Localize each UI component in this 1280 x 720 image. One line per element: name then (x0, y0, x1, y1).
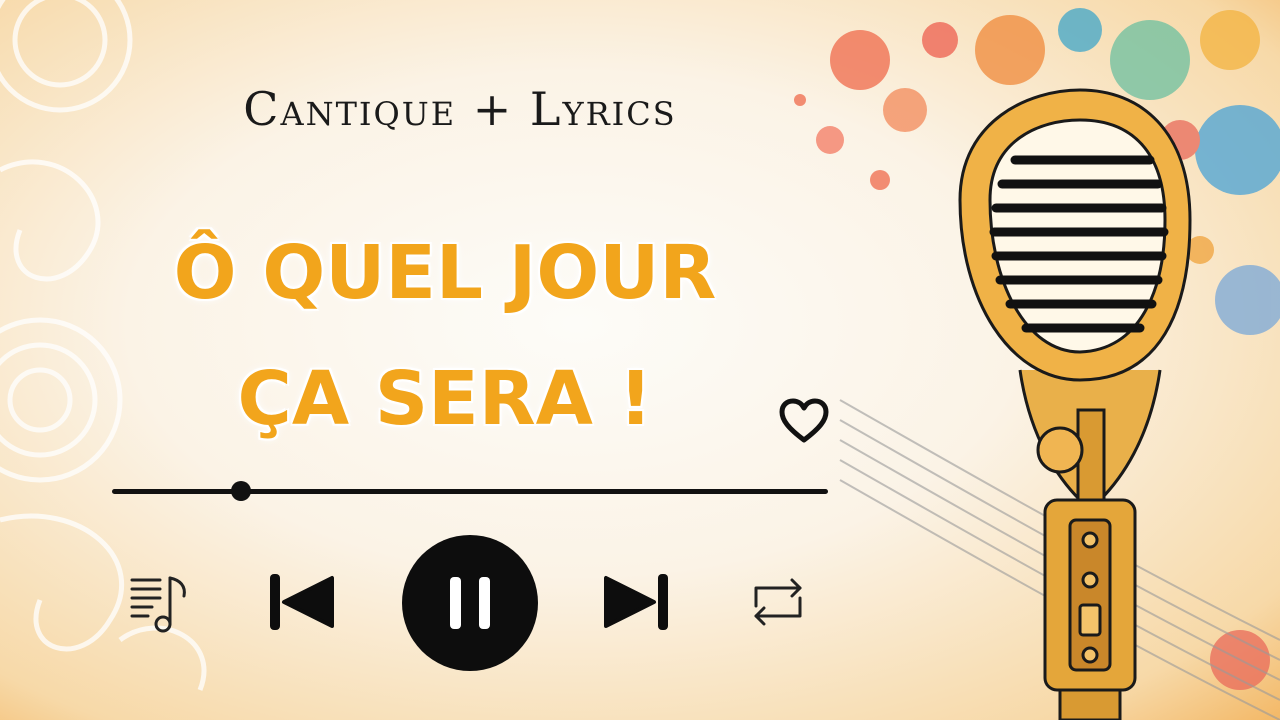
repeat-icon[interactable] (746, 572, 810, 632)
song-title: Ô QUEL JOUR ÇA SERA ! (80, 210, 810, 462)
pause-button[interactable] (402, 535, 538, 671)
progress-track (112, 489, 828, 494)
progress-handle[interactable] (230, 481, 251, 501)
skip-next-icon[interactable] (600, 570, 672, 634)
channel-subtitle: Cantique + Lyrics (243, 82, 677, 136)
song-title-line-1: Ô QUEL JOUR (173, 230, 717, 316)
skip-previous-icon[interactable] (266, 570, 338, 634)
playlist-icon[interactable] (128, 572, 190, 634)
microphone-illustration (958, 88, 1192, 720)
heart-icon[interactable] (778, 398, 830, 444)
progress-slider[interactable] (112, 481, 828, 501)
pause-icon (450, 577, 490, 629)
song-title-line-2: ÇA SERA ! (237, 356, 653, 442)
